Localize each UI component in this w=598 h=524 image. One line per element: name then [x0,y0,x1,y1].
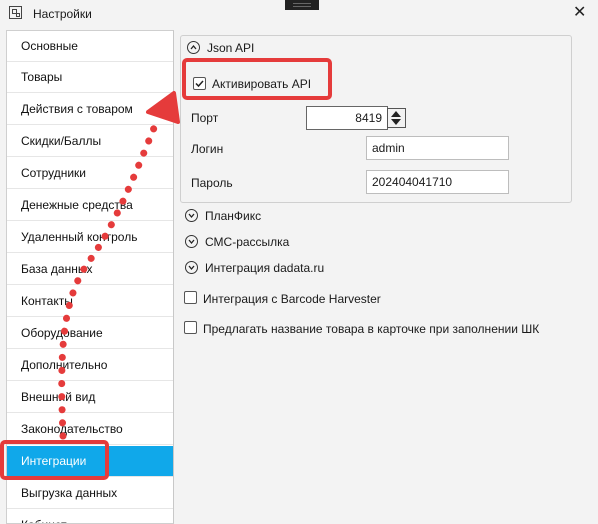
annotation-arrow [58,91,180,440]
